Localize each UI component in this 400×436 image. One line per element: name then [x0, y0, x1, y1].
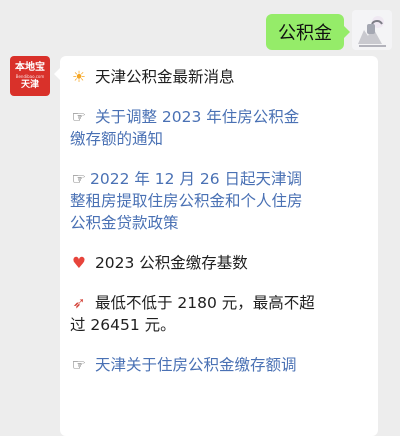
policy-link-2[interactable]: ☞ 2022 年 12 月 26 日起天津调 整租房提取住房公积金和个人住房 公积… — [70, 168, 368, 234]
policy-link-1-text-1[interactable]: 关于调整 2023 年住房公积金 — [95, 108, 299, 126]
hand-point-icon: ☞ — [72, 108, 86, 126]
pin-icon: ➶ — [72, 294, 86, 312]
outgoing-message: 公积金 — [266, 10, 392, 50]
policy-link-1[interactable]: ☞ 关于调整 2023 年住房公积金 缴存额的通知 — [70, 106, 368, 150]
bendibao-avatar[interactable]: 本地宝 Bendibao.com 天津 — [10, 56, 50, 96]
message-title: 天津公积金最新消息 — [94, 68, 235, 86]
incoming-message: 本地宝 Bendibao.com 天津 ☀ 天津公积金最新消息 ☞ 关于调整 2… — [10, 56, 400, 436]
policy-link-1-text-2[interactable]: 缴存额的通知 — [70, 130, 163, 148]
hand-point-icon: ☞ — [72, 356, 86, 374]
hand-point-icon: ☞ — [72, 170, 86, 188]
bendibao-avatar-brand: 本地宝 — [15, 61, 45, 73]
user-avatar-image — [352, 10, 392, 50]
outgoing-message-bubble[interactable]: 公积金 — [266, 14, 350, 50]
base-detail-line-2: 过 26451 元。 — [70, 316, 176, 334]
base-detail: ➶ 最低不低于 2180 元，最高不超 过 26451 元。 — [70, 292, 368, 336]
base-title-line: ♥ 2023 公积金缴存基数 — [70, 252, 368, 274]
policy-link-2-text-1[interactable]: 2022 年 12 月 26 日起天津调 — [90, 170, 302, 188]
message-title-line: ☀ 天津公积金最新消息 — [70, 66, 368, 88]
sun-icon: ☀ — [72, 68, 86, 86]
base-detail-line-1: 最低不低于 2180 元，最高不超 — [94, 294, 315, 312]
user-avatar[interactable] — [352, 10, 392, 50]
outgoing-message-text: 公积金 — [278, 23, 332, 44]
incoming-message-bubble[interactable]: ☀ 天津公积金最新消息 ☞ 关于调整 2023 年住房公积金 缴存额的通知 ☞ 2… — [54, 56, 378, 436]
policy-link-2-text-2[interactable]: 整租房提取住房公积金和个人住房 — [70, 192, 303, 210]
policy-link-3-text-1[interactable]: 天津关于住房公积金缴存额调 — [95, 356, 297, 374]
bendibao-avatar-city: 天津 — [20, 79, 39, 90]
heart-icon: ♥ — [72, 254, 86, 272]
chat-area: 公积金 本地宝 Bendibao.com 天津 ☀ 天津公积金最新消息 ☞ 关于… — [0, 0, 400, 436]
policy-link-2-text-3[interactable]: 公积金贷款政策 — [70, 214, 179, 232]
bendibao-avatar-sub: Bendibao.com — [15, 73, 45, 79]
policy-link-3[interactable]: ☞ 天津关于住房公积金缴存额调 — [70, 354, 368, 376]
base-title: 2023 公积金缴存基数 — [94, 254, 248, 272]
